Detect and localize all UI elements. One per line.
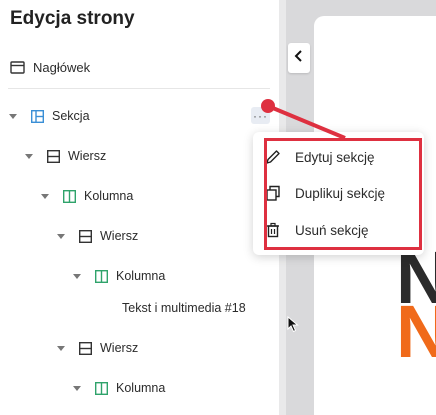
tree-item-row[interactable]: Wiersz: [25, 146, 106, 166]
tree-item-label: Sekcja: [52, 109, 90, 123]
tree-item-label: Wiersz: [68, 149, 107, 163]
column-icon: [95, 381, 108, 395]
tree-item-row[interactable]: Wiersz: [57, 338, 138, 358]
annotation-dot: [261, 99, 275, 113]
tree-item-column[interactable]: Kolumna: [41, 186, 133, 206]
caret-down-icon[interactable]: [57, 345, 65, 351]
divider: [8, 88, 270, 89]
tree-item-column[interactable]: Kolumna: [73, 378, 165, 398]
tree-item-header[interactable]: Nagłówek: [10, 57, 90, 77]
preview-heading-letter: N: [396, 290, 436, 373]
tree-item-label: Kolumna: [116, 381, 166, 395]
tree-item-label: Wiersz: [100, 341, 139, 355]
tree-item-section[interactable]: Sekcja: [9, 106, 90, 126]
tree-item-label: Kolumna: [116, 269, 166, 283]
caret-down-icon[interactable]: [73, 273, 81, 279]
section-icon: [31, 109, 44, 123]
tree-item-label: Wiersz: [100, 229, 139, 243]
row-icon: [79, 229, 92, 243]
caret-down-icon[interactable]: [73, 385, 81, 391]
caret-down-icon[interactable]: [41, 193, 49, 199]
chevron-left-icon: [294, 49, 304, 67]
tree-item-text-media[interactable]: Tekst i multimedia #18: [122, 298, 246, 318]
tree-item-row[interactable]: Wiersz: [57, 226, 138, 246]
header-icon: [10, 60, 25, 74]
caret-down-icon[interactable]: [25, 153, 33, 159]
tree-item-label: Nagłówek: [33, 59, 91, 75]
annotation-highlight-box: [264, 138, 422, 250]
tree-item-column[interactable]: Kolumna: [73, 266, 165, 286]
column-icon: [63, 189, 76, 203]
row-icon: [47, 149, 60, 163]
page-title: Edycja strony: [10, 8, 135, 29]
column-icon: [95, 269, 108, 283]
caret-down-icon[interactable]: [9, 113, 17, 119]
tree-item-label: Kolumna: [84, 189, 134, 203]
page-edit-panel: Edycja strony Nagłówek Sekcja Wiersz Kol…: [0, 0, 279, 415]
mouse-cursor-icon: [287, 315, 299, 338]
tree-item-label: Tekst i multimedia #18: [122, 301, 246, 315]
collapse-panel-button[interactable]: [288, 43, 310, 73]
row-icon: [79, 341, 92, 355]
caret-down-icon[interactable]: [57, 233, 65, 239]
